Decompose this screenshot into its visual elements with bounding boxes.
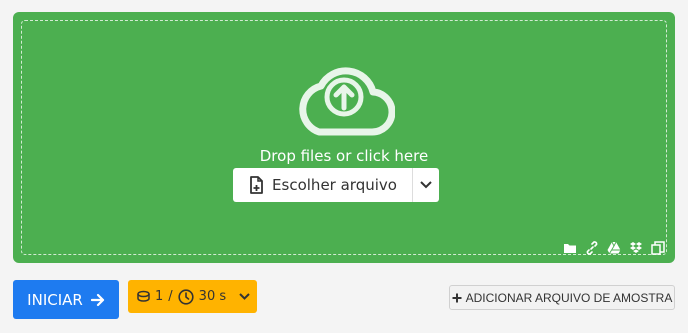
- add-sample-file-button[interactable]: ADICIONAR ARQUIVO DE AMOSTRA: [449, 285, 675, 310]
- link-icon[interactable]: [585, 241, 599, 255]
- folder-icon[interactable]: [563, 241, 577, 255]
- choose-file-button[interactable]: Escolher arquivo: [233, 168, 413, 202]
- credits-dropdown[interactable]: 1 / 30 s: [128, 280, 257, 313]
- credits-separator: /: [168, 289, 173, 304]
- drop-prompt: Drop files or click here: [259, 147, 429, 165]
- file-add-icon: [250, 176, 263, 194]
- coins-icon: [137, 290, 150, 302]
- chevron-down-icon: [420, 181, 432, 189]
- dropzone-border: [21, 20, 667, 255]
- source-icons: [563, 241, 665, 255]
- time-value: 30 s: [198, 289, 227, 304]
- dropbox-icon[interactable]: [629, 241, 643, 255]
- credits-count: 1: [155, 289, 164, 304]
- file-dropzone[interactable]: Drop files or click here Escolher arquiv…: [13, 12, 675, 263]
- google-drive-icon[interactable]: [607, 241, 621, 255]
- choose-file-dropdown[interactable]: [413, 168, 439, 202]
- plus-icon: [452, 293, 462, 302]
- choose-file-group: Escolher arquivo: [233, 168, 439, 202]
- arrow-right-icon: [90, 293, 104, 306]
- start-button[interactable]: INICIAR: [13, 280, 119, 319]
- chevron-down-icon: [239, 293, 250, 300]
- clock-icon: [178, 288, 194, 305]
- choose-file-label: Escolher arquivo: [272, 176, 397, 194]
- start-label: INICIAR: [27, 290, 83, 309]
- add-sample-label: ADICIONAR ARQUIVO DE AMOSTRA: [465, 290, 673, 305]
- cloud-upload-icon: [299, 67, 395, 136]
- clipboard-icon[interactable]: [651, 241, 665, 255]
